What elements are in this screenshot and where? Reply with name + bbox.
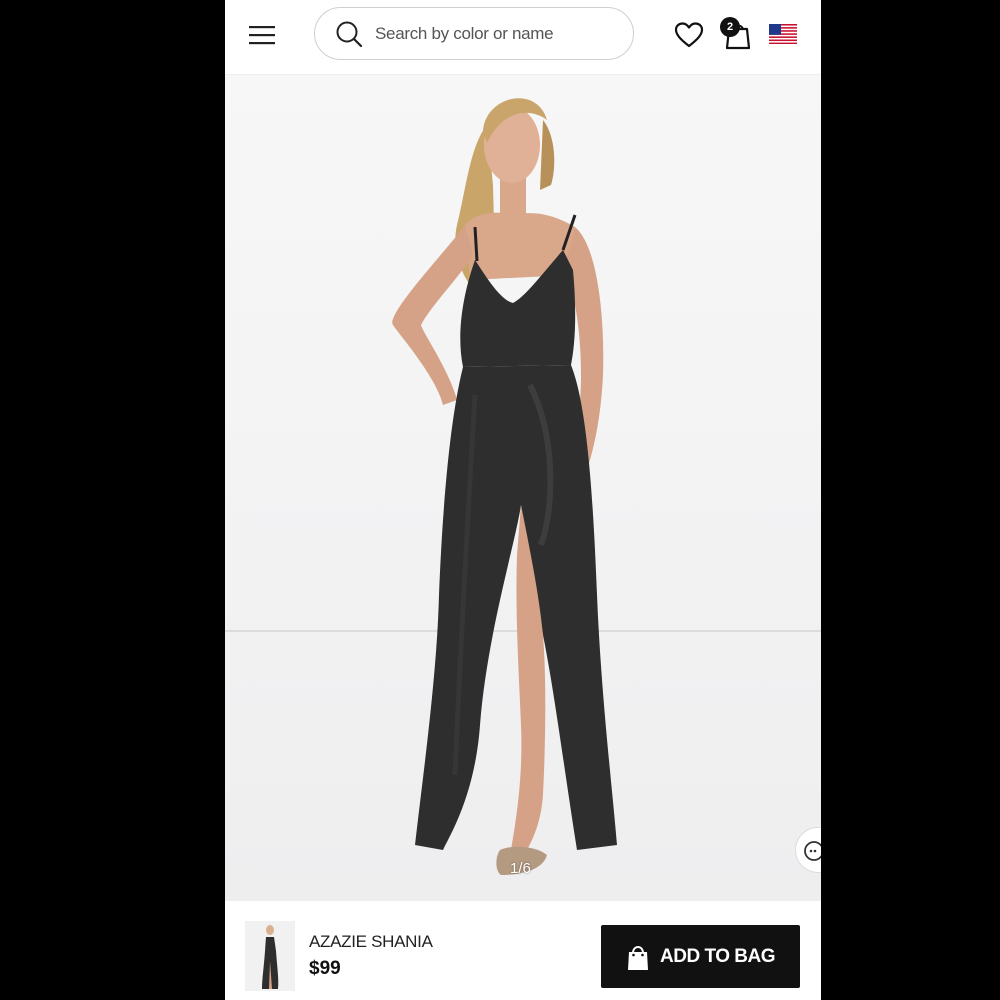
product-price: $99	[309, 958, 341, 979]
product-image[interactable]: 1/6	[225, 75, 821, 901]
chat-icon[interactable]	[795, 827, 821, 873]
search-input[interactable]	[375, 23, 595, 44]
model-in-black-gown	[392, 98, 617, 875]
hamburger-menu-icon[interactable]	[247, 20, 277, 50]
purchase-bar: AZAZIE SHANIA $99 ADD TO BAG	[225, 901, 821, 1000]
cart-count-badge: 2	[720, 17, 740, 37]
search-icon	[336, 21, 363, 47]
image-counter: 1/6	[510, 860, 531, 877]
product-name: AZAZIE SHANIA	[309, 932, 433, 951]
add-to-bag-button[interactable]: ADD TO BAG	[601, 925, 800, 988]
us-flag-icon[interactable]	[769, 24, 797, 44]
cart-button[interactable]: 2	[720, 17, 754, 51]
heart-icon[interactable]	[674, 20, 704, 50]
shopping-bag-icon	[628, 945, 648, 970]
search-bar[interactable]	[314, 7, 634, 60]
site-header: 2	[225, 0, 821, 75]
mobile-page: 2	[225, 0, 821, 1000]
add-to-bag-label: ADD TO BAG	[660, 945, 775, 967]
product-thumbnail[interactable]	[245, 921, 295, 991]
